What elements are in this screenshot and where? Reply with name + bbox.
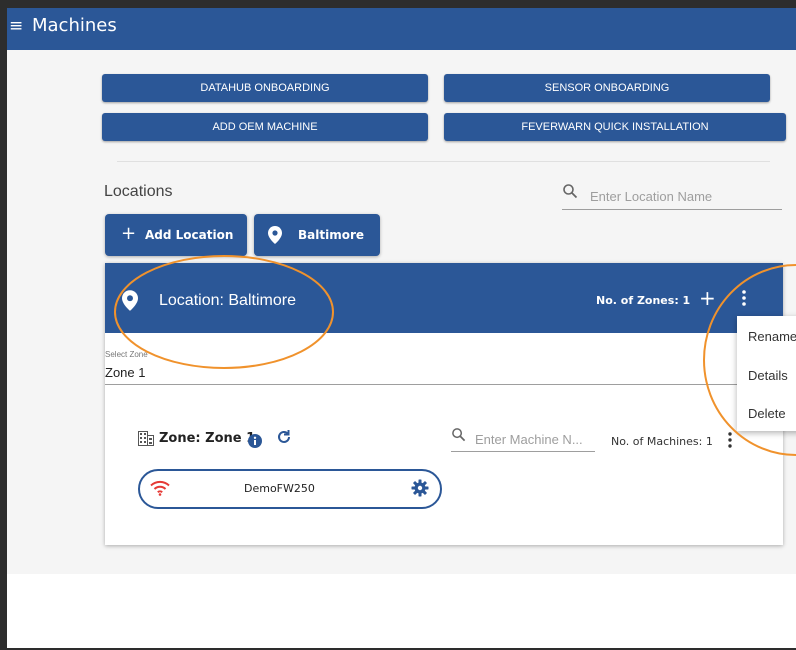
location-tab-label: Baltimore — [298, 228, 365, 242]
page-title: Machines — [32, 15, 117, 36]
machine-search — [451, 427, 597, 452]
window-frame-left — [0, 0, 7, 650]
location-pin-icon — [122, 290, 138, 315]
zones-count: No. of Zones: 1 — [596, 294, 691, 307]
section-divider — [117, 161, 770, 162]
location-search-input[interactable] — [588, 185, 782, 207]
location-tab-baltimore[interactable]: Baltimore — [254, 214, 380, 256]
feverwarn-quick-installation-button[interactable]: FEVERWARN QUICK INSTALLATION — [444, 113, 786, 141]
add-location-label: Add Location — [145, 228, 234, 242]
location-options-menu: Rename Details Delete — [737, 316, 796, 431]
machine-chip[interactable]: DemoFW250 — [138, 469, 442, 509]
select-zone-label: Select Zone — [105, 350, 148, 359]
menu-icon[interactable]: ≡ — [9, 16, 23, 36]
add-zone-icon[interactable]: + — [699, 288, 716, 308]
add-oem-machine-button[interactable]: ADD OEM MACHINE — [102, 113, 428, 141]
more-vert-icon[interactable] — [741, 290, 747, 310]
menu-item-rename[interactable]: Rename — [748, 329, 796, 344]
machine-search-input[interactable] — [473, 429, 597, 449]
refresh-icon[interactable] — [276, 429, 292, 449]
machine-name: DemoFW250 — [244, 482, 315, 495]
menu-item-delete[interactable]: Delete — [748, 406, 786, 421]
location-card: Location: Baltimore No. of Zones: 1 + Se… — [105, 263, 783, 545]
zone-title: Zone: Zone 1 — [159, 431, 256, 446]
machines-count: No. of Machines: 1 — [611, 435, 713, 448]
search-icon — [562, 183, 578, 203]
zone-more-vert-icon[interactable] — [727, 432, 733, 452]
location-search — [562, 183, 782, 210]
location-pin-icon — [268, 226, 282, 247]
datahub-onboarding-button[interactable]: DATAHUB ONBOARDING — [102, 74, 428, 102]
search-icon — [451, 427, 466, 446]
gear-icon[interactable] — [411, 479, 429, 501]
sensor-onboarding-button[interactable]: SENSOR ONBOARDING — [444, 74, 770, 102]
app-bar: ≡ Machines — [7, 8, 796, 50]
location-title: Location: Baltimore — [159, 292, 296, 309]
menu-item-details[interactable]: Details — [748, 368, 788, 383]
locations-heading: Locations — [104, 183, 173, 200]
page-footer-area — [7, 574, 796, 648]
info-icon[interactable] — [248, 433, 262, 452]
location-card-header: Location: Baltimore No. of Zones: 1 + — [105, 263, 783, 333]
zone-select[interactable]: Zone 1 — [105, 365, 145, 380]
wifi-icon — [150, 480, 170, 500]
add-location-button[interactable]: + Add Location — [105, 214, 247, 256]
building-icon — [138, 431, 154, 450]
window-frame-top — [0, 0, 796, 8]
plus-icon: + — [121, 223, 137, 244]
zone-select-underline — [105, 384, 783, 385]
